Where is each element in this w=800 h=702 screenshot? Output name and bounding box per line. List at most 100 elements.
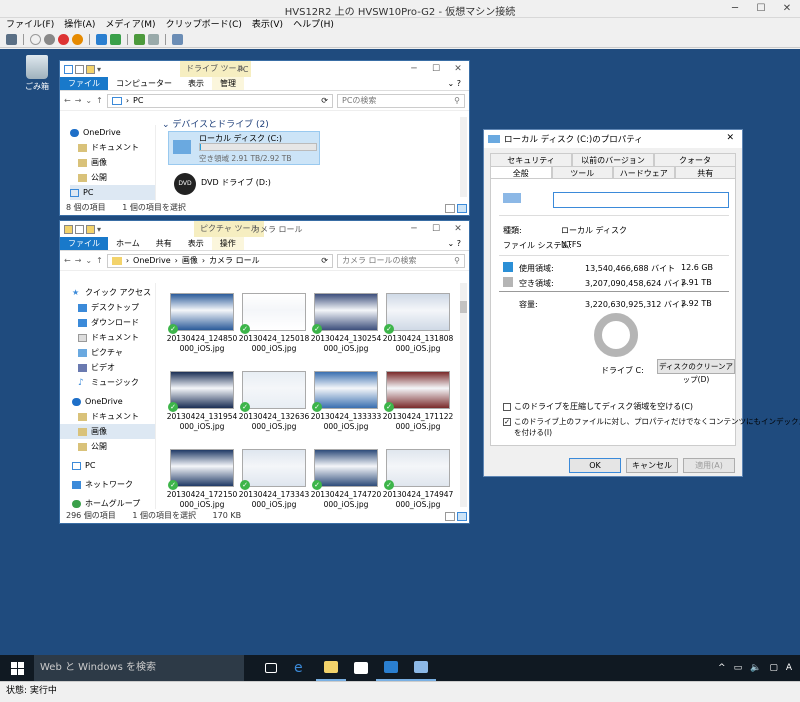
nav-downloads[interactable]: ダウンロード: [72, 315, 155, 330]
menu-clipboard[interactable]: クリップボード(C): [166, 18, 242, 32]
file-explorer-button[interactable]: [316, 655, 346, 681]
camera-close-button[interactable]: ✕: [447, 221, 469, 237]
nav-pictures[interactable]: ピクチャ: [72, 345, 155, 360]
camera-address-bar[interactable]: › OneDrive › 画像 › カメラ ロール ⟳: [106, 253, 333, 268]
cancel-button[interactable]: キャンセル: [626, 458, 678, 473]
close-button[interactable]: ✕: [774, 0, 800, 18]
shutdown-icon[interactable]: [58, 34, 69, 45]
reset-icon[interactable]: [110, 34, 121, 45]
tab-view[interactable]: 表示: [180, 77, 212, 90]
index-checkbox[interactable]: ✓ このドライブ上のファイルに対し、プロパティだけでなくコンテンツにもインデックス: [503, 416, 800, 427]
file-thumbnail[interactable]: ✓ 20130424_174720 000_iOS.jpg: [310, 449, 382, 511]
nav-quick-access[interactable]: ★ クイック アクセス: [72, 285, 155, 300]
camera-scrollbar[interactable]: [460, 283, 467, 507]
maximize-button[interactable]: ☐: [748, 0, 774, 18]
pc-minimize-button[interactable]: ─: [403, 61, 425, 77]
edge-button[interactable]: e: [286, 655, 316, 681]
props-close-icon[interactable]: ✕: [726, 133, 734, 143]
settings-app-button[interactable]: [376, 655, 406, 681]
file-thumbnail[interactable]: ✓ 20130424_125018 000_iOS.jpg: [238, 293, 310, 355]
nav-pc[interactable]: PC: [70, 185, 155, 200]
nav-onedrive[interactable]: OneDrive: [70, 125, 155, 140]
file-thumbnail[interactable]: ✓ 20130424_132636 000_iOS.jpg: [238, 371, 310, 433]
camera-search-input[interactable]: カメラ ロールの検索 ⚲: [337, 253, 465, 268]
up-arrow-icon[interactable]: ↑: [96, 96, 103, 105]
task-view-button[interactable]: [256, 655, 286, 681]
tab-home[interactable]: ホーム: [108, 237, 148, 250]
drive-app-button[interactable]: [406, 655, 436, 681]
start-button[interactable]: [0, 655, 34, 681]
file-thumbnail[interactable]: ✓ 20130424_124850 000_iOS.jpg: [166, 293, 238, 355]
refresh-icon[interactable]: ⟳: [321, 96, 328, 105]
pc-scrollbar[interactable]: [460, 117, 467, 197]
file-thumbnail[interactable]: ✓ 20130424_133333 000_iOS.jpg: [310, 371, 382, 433]
menu-media[interactable]: メディア(M): [105, 18, 155, 32]
pause-icon[interactable]: [96, 34, 107, 45]
file-thumbnail[interactable]: ✓ 20130424_131954 000_iOS.jpg: [166, 371, 238, 433]
tab-quota[interactable]: クォータ: [654, 153, 736, 166]
properties-icon[interactable]: [75, 224, 84, 234]
recent-chevron-icon[interactable]: ⌄: [85, 96, 92, 105]
turn-off-icon[interactable]: [44, 34, 55, 45]
ok-button[interactable]: OK: [569, 458, 621, 473]
menu-action[interactable]: 操作(A): [64, 18, 95, 32]
menu-help[interactable]: ヘルプ(H): [293, 18, 334, 32]
revert-icon[interactable]: [148, 34, 159, 45]
nav-public[interactable]: 公開: [70, 170, 155, 185]
tab-previous-versions[interactable]: 以前のバージョン: [572, 153, 654, 166]
network-icon[interactable]: ▭: [734, 663, 743, 673]
qa-chevron-icon[interactable]: ▾: [97, 225, 101, 234]
back-arrow-icon[interactable]: ←: [64, 256, 71, 265]
pc-address-bar[interactable]: › PC ⟳: [106, 93, 333, 108]
tab-manage[interactable]: 管理: [212, 77, 244, 90]
nav-pc[interactable]: PC: [72, 458, 155, 473]
pc-close-button[interactable]: ✕: [447, 61, 469, 77]
notification-icon[interactable]: ▢: [769, 663, 778, 673]
nav-desktop[interactable]: デスクトップ: [72, 300, 155, 315]
tab-view[interactable]: 表示: [180, 237, 212, 250]
details-view-icon[interactable]: [445, 512, 455, 521]
tab-file[interactable]: ファイル: [60, 77, 108, 90]
nav-network[interactable]: ネットワーク: [72, 477, 155, 492]
file-thumbnail[interactable]: ✓ 20130424_173343 000_iOS.jpg: [238, 449, 310, 511]
up-arrow-icon[interactable]: ↑: [96, 256, 103, 265]
nav-pictures[interactable]: 画像: [70, 155, 155, 170]
tiles-view-icon[interactable]: [457, 204, 467, 213]
nav-onedrive[interactable]: OneDrive: [72, 394, 155, 409]
nav-music[interactable]: ♪ ミュージック: [72, 375, 155, 390]
dvd-drive-name[interactable]: DVD ドライブ (D:): [201, 177, 271, 188]
new-folder-icon[interactable]: [86, 64, 95, 74]
nav-documents[interactable]: ドキュメント: [70, 140, 155, 155]
taskbar-search-box[interactable]: Web と Windows を検索: [34, 655, 244, 681]
file-thumbnail[interactable]: ✓ 20130424_131808 000_iOS.jpg: [382, 293, 454, 355]
nav-videos[interactable]: ビデオ: [72, 360, 155, 375]
file-thumbnail[interactable]: ✓ 20130424_174947 000_iOS.jpg: [382, 449, 454, 511]
crumb-camera-roll[interactable]: カメラ ロール: [209, 255, 260, 266]
icons-view-icon[interactable]: [457, 512, 467, 521]
apply-button[interactable]: 適用(A): [683, 458, 735, 473]
nav-documents[interactable]: ドキュメント: [72, 330, 155, 345]
drive-c-tile[interactable]: ローカル ディスク (C:) 空き領域 2.91 TB/2.92 TB: [168, 131, 320, 165]
tab-manage-pictures[interactable]: 操作: [211, 237, 244, 250]
start-icon[interactable]: [30, 34, 41, 45]
disk-cleanup-button[interactable]: ディスクのクリーンアップ(D): [657, 359, 735, 384]
crumb-pictures[interactable]: 画像: [182, 255, 198, 266]
save-state-icon[interactable]: [72, 34, 83, 45]
new-folder-icon[interactable]: [86, 224, 95, 234]
chevron-up-icon[interactable]: ^: [718, 663, 726, 673]
nav-od-public[interactable]: 公開: [72, 439, 155, 454]
volume-label-input[interactable]: [553, 192, 729, 208]
qa-chevron-icon[interactable]: ▾: [97, 65, 101, 74]
tab-computer[interactable]: コンピューター: [108, 77, 180, 90]
checkpoint-icon[interactable]: [134, 34, 145, 45]
ime-icon[interactable]: A: [786, 663, 792, 673]
crumb-onedrive[interactable]: OneDrive: [133, 256, 171, 265]
compress-checkbox[interactable]: このドライブを圧縮してディスク領域を空ける(C): [503, 401, 693, 412]
devices-group-header[interactable]: ⌄ デバイスとドライブ (2): [162, 117, 269, 130]
tab-share[interactable]: 共有: [148, 237, 180, 250]
minimize-button[interactable]: ─: [722, 0, 748, 18]
volume-icon[interactable]: 🔈: [750, 663, 761, 673]
menu-file[interactable]: ファイル(F): [6, 18, 54, 32]
refresh-icon[interactable]: ⟳: [321, 256, 328, 265]
enhanced-session-icon[interactable]: [172, 34, 183, 45]
